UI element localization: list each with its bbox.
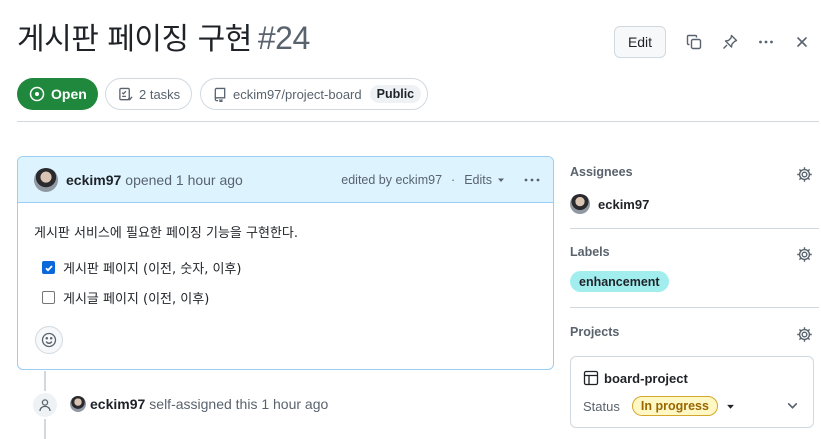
assignees-heading[interactable]: Assignees <box>570 165 633 179</box>
comment-text: 게시판 서비스에 필요한 페이징 기능을 구현한다. <box>34 226 298 241</box>
task-label: 게시판 페이지 (이전, 숫자, 이후) <box>63 262 242 277</box>
avatar[interactable] <box>34 167 58 192</box>
person-icon <box>31 391 59 419</box>
close-icon[interactable] <box>792 32 812 52</box>
tasks-pill[interactable]: 2 tasks <box>105 78 192 110</box>
issue-title-text: 게시판 페이징 구현 <box>17 22 252 57</box>
edits-dropdown[interactable]: Edits <box>464 173 505 187</box>
repo-pill[interactable]: eckim97/project-board Public <box>200 78 428 110</box>
timeline-event-text: self-assigned this 1 hour ago <box>149 396 329 412</box>
repo-icon <box>213 87 227 102</box>
issue-opened-icon <box>29 86 45 102</box>
gear-icon[interactable] <box>796 166 813 183</box>
gear-icon[interactable] <box>796 326 813 343</box>
project-status-field: Status In progress <box>583 396 735 416</box>
checklist-icon <box>118 87 133 102</box>
status-value[interactable]: In progress <box>631 396 718 416</box>
issue-body-comment: eckim97 opened 1 hour ago edited by ecki… <box>17 156 554 370</box>
smiley-icon <box>41 332 57 348</box>
status-label: Status <box>583 398 620 414</box>
label-enhancement[interactable]: enhancement <box>570 271 669 292</box>
sidebar-divider <box>570 228 819 229</box>
edited-by: edited by eckim97 <box>341 173 443 187</box>
table-icon <box>583 370 599 386</box>
task-item: 게시글 페이지 (이전, 이후) <box>34 288 537 307</box>
caret-down-icon <box>498 178 504 182</box>
header-divider <box>17 121 819 122</box>
labels-heading[interactable]: Labels <box>570 245 610 259</box>
copy-icon[interactable] <box>684 32 704 52</box>
task-label: 게시글 페이지 (이전, 이후) <box>63 292 210 307</box>
project-link[interactable]: board-project <box>583 370 688 386</box>
task-checkbox-unchecked[interactable] <box>42 291 55 304</box>
assignee-name: eckim97 <box>598 196 650 212</box>
gear-icon[interactable] <box>796 246 813 263</box>
comment-header: eckim97 opened 1 hour ago edited by ecki… <box>18 157 553 203</box>
task-item: 게시판 페이지 (이전, 숫자, 이후) <box>34 258 537 277</box>
edit-button[interactable]: Edit <box>614 26 666 58</box>
repo-name: eckim97/project-board <box>233 86 362 102</box>
timeline-actor[interactable]: eckim97 <box>90 396 145 412</box>
chevron-down-icon[interactable] <box>786 399 799 417</box>
projects-heading[interactable]: Projects <box>570 325 619 339</box>
add-reaction-button[interactable] <box>35 326 63 354</box>
comment-kebab-icon[interactable] <box>523 172 541 188</box>
comment-body: 게시판 서비스에 필요한 페이징 기능을 구현한다. 게시판 페이지 (이전, … <box>18 203 553 307</box>
issue-number: #24 <box>257 20 310 56</box>
avatar[interactable] <box>70 396 86 412</box>
issue-title: 게시판 페이징 구현 #24 <box>17 18 310 60</box>
task-checkbox-checked[interactable] <box>42 261 55 274</box>
caret-down-icon <box>727 404 734 409</box>
edits-label: Edits <box>464 173 492 187</box>
comment-action: opened 1 hour ago <box>125 171 243 188</box>
kebab-icon[interactable] <box>756 32 776 52</box>
pin-icon[interactable] <box>720 32 740 52</box>
timeline-event: eckim97 self-assigned this 1 hour ago <box>70 396 328 412</box>
avatar <box>570 194 590 214</box>
visibility-badge: Public <box>369 85 422 103</box>
comment-header-right: edited by eckim97 · Edits <box>341 157 541 203</box>
issue-state-badge: Open <box>17 78 98 110</box>
project-name: board-project <box>604 370 688 386</box>
tasks-count: 2 tasks <box>139 86 181 102</box>
separator: · <box>451 173 456 187</box>
sidebar-divider <box>570 307 819 308</box>
project-card: board-project Status In progress <box>570 356 814 428</box>
assignee-item[interactable]: eckim97 <box>570 194 649 214</box>
comment-author[interactable]: eckim97 <box>66 172 121 188</box>
issue-state-label: Open <box>51 86 87 102</box>
